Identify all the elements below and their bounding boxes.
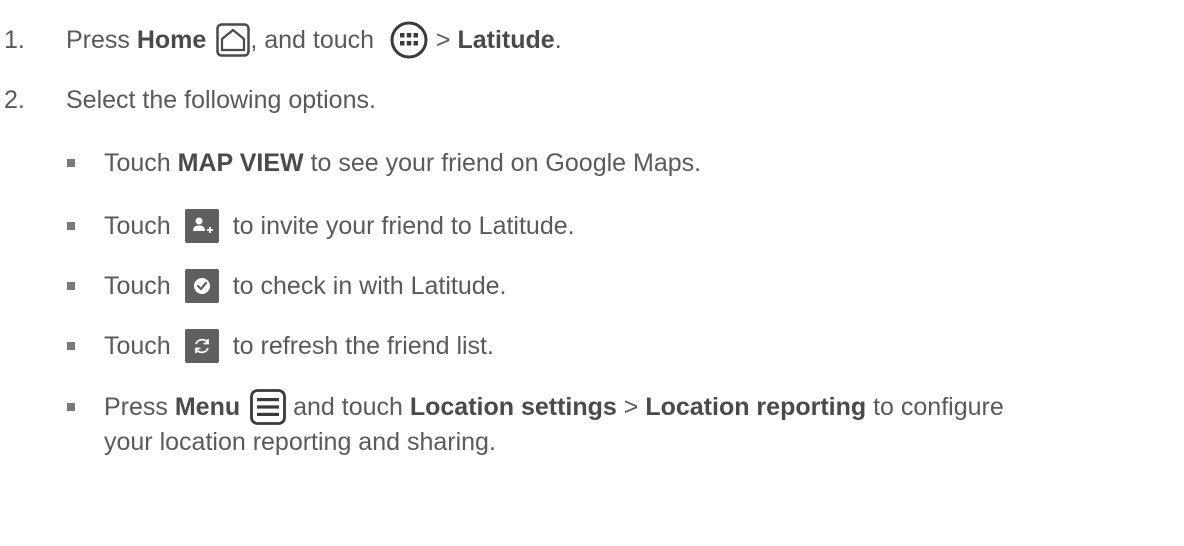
add-friend-icon [184,209,219,243]
bullet-marker [67,222,75,230]
latitude-label: Latitude [457,26,555,54]
apps-launcher-icon [389,20,429,60]
bullet-text: to invite your friend to Latitude. [232,212,575,240]
bullet-text: to refresh the friend list. [232,332,494,360]
bullet-text: your location reporting and sharing. [104,428,496,456]
check-in-icon [184,269,219,303]
bullet-marker [67,282,75,290]
location-settings-label: Location settings [409,393,617,421]
step-number: 1. [4,26,25,54]
bullet-marker [67,342,75,350]
bullet-text: and touch [286,393,410,421]
refresh-icon [184,329,219,363]
step-text: Select the following options. [66,86,376,114]
bullet-text: to check in with Latitude. [232,272,507,300]
bullet-text: to see your friend on Google Maps. [303,149,702,177]
bullet-text: Press [104,393,175,421]
step-text: , and touch [250,26,381,54]
map-view-label: MAP VIEW [177,149,304,177]
bullet-text: Touch [104,212,171,240]
bullet-text: Touch [104,149,178,177]
bullet-text: Touch [104,272,171,300]
location-reporting-label: Location reporting [645,393,867,421]
bullet-text: > [616,393,646,421]
bullet-text: to configure [866,393,1004,421]
step-text: > [428,26,458,54]
menu-key-icon [250,389,287,425]
step-number: 2. [4,86,25,114]
step-text: Press [66,26,137,54]
home-label: Home [136,26,207,54]
bullet-marker [67,403,75,411]
step-text: . [554,26,562,54]
bullet-text: Touch [104,332,171,360]
home-key-icon [216,23,251,57]
menu-label: Menu [174,393,241,421]
bullet-marker [67,159,75,167]
